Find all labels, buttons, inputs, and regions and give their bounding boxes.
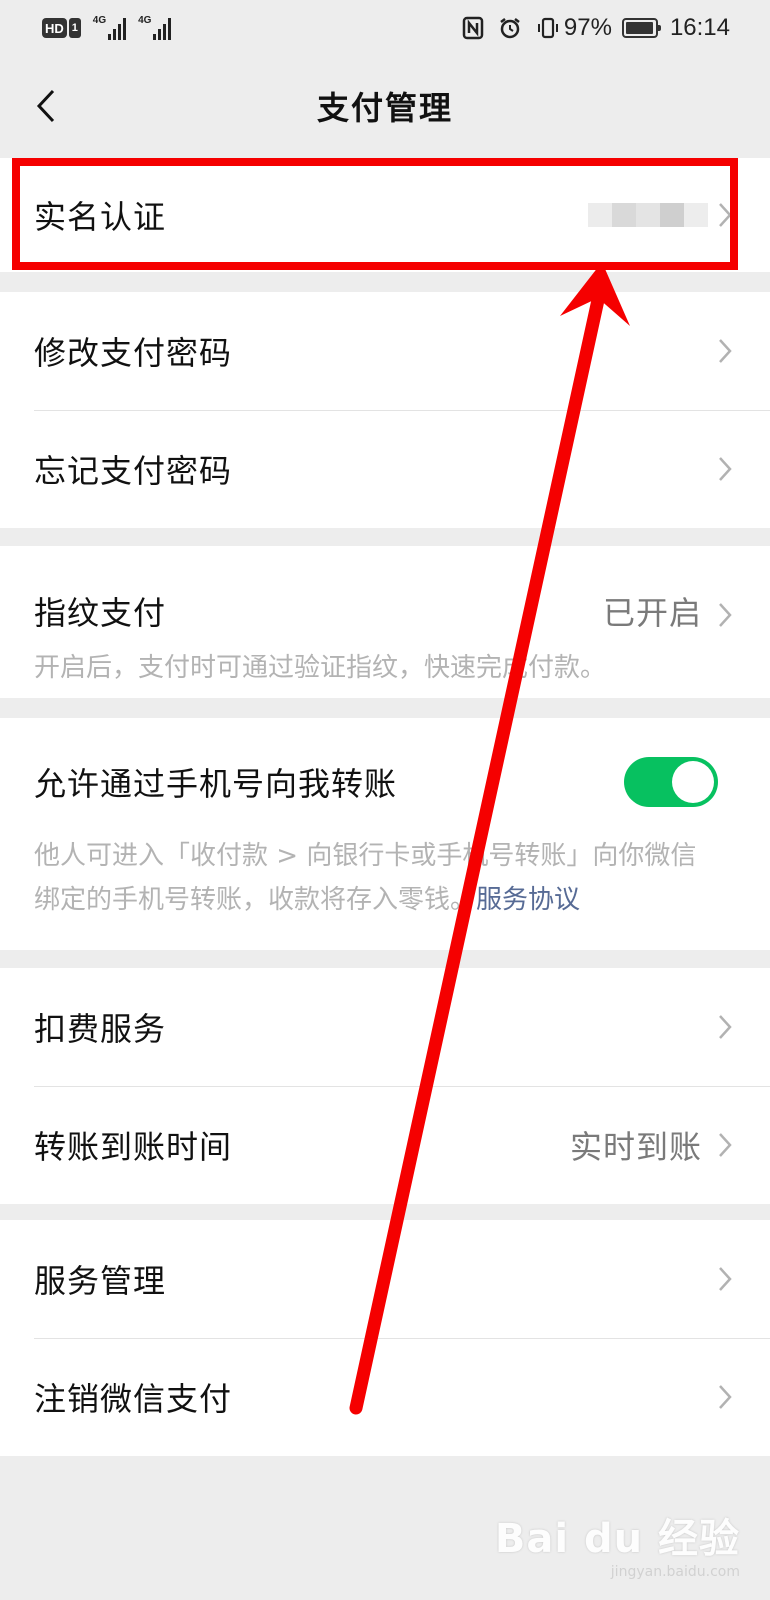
chevron-right-icon [716, 454, 734, 484]
watermark-url: jingyan.baidu.com [610, 1564, 740, 1580]
description-text: 他人可进入「收付款 > 向银行卡或手机号转账」向你微信绑定的手机号转账，收款将存… [34, 841, 697, 915]
row-value: 实时到账 [569, 1128, 702, 1166]
group-deduction: 扣费服务 转账到账时间 实时到账 [0, 968, 770, 1204]
blurred-value [588, 203, 708, 227]
row-phone-transfer: 允许通过手机号向我转账 [0, 718, 770, 834]
battery-percent: 97% [563, 14, 612, 41]
chevron-right-icon [716, 1012, 734, 1042]
battery-icon [621, 18, 661, 38]
signal-icon: 4G [138, 16, 173, 40]
hd-badge: HD [42, 18, 67, 38]
group-identity: 实名认证 [0, 158, 770, 272]
chevron-right-icon [716, 200, 734, 230]
sim-badge: 1 [68, 18, 81, 38]
row-deduction-service[interactable]: 扣费服务 [0, 968, 770, 1086]
chevron-right-icon [716, 600, 734, 630]
row-label: 转账到账时间 [34, 1128, 233, 1166]
group-password: 修改支付密码 忘记支付密码 [0, 292, 770, 528]
chevron-right-icon [716, 1382, 734, 1412]
phone-transfer-toggle[interactable] [624, 757, 718, 807]
service-agreement-link[interactable]: 服务协议 [476, 885, 580, 915]
row-label: 允许通过手机号向我转账 [34, 765, 398, 803]
status-bar: HD 1 4G 4G 97% 16:14 [0, 0, 770, 56]
chevron-left-icon [36, 89, 55, 123]
row-change-password[interactable]: 修改支付密码 [0, 292, 770, 410]
page-title: 支付管理 [316, 89, 453, 127]
network-type-label: 4G [138, 15, 152, 26]
nav-header: 支付管理 [0, 56, 770, 156]
chevron-right-icon [716, 336, 734, 366]
clock: 16:14 [669, 14, 730, 41]
row-label: 指纹支付 [34, 594, 167, 632]
row-real-name-verification[interactable]: 实名认证 [0, 158, 770, 272]
row-label: 注销微信支付 [34, 1380, 233, 1418]
watermark-logo: Bai du 经验 [494, 1516, 740, 1562]
row-service-management[interactable]: 服务管理 [0, 1220, 770, 1338]
group-phone-transfer: 允许通过手机号向我转账 他人可进入「收付款 > 向银行卡或手机号转账」向你微信绑… [0, 718, 770, 950]
signal-icon: 4G [93, 16, 128, 40]
chevron-right-icon [716, 1264, 734, 1294]
row-label: 修改支付密码 [34, 334, 233, 372]
group-service: 服务管理 注销微信支付 [0, 1220, 770, 1456]
network-type-label: 4G [92, 15, 107, 26]
back-button[interactable] [26, 86, 66, 126]
group-fingerprint: 指纹支付 已开启 开启后，支付时可通过验证指纹，快速完成付款。 [0, 546, 770, 698]
nfc-icon [462, 16, 484, 40]
status-left: HD 1 4G 4G [42, 16, 183, 40]
phone-transfer-description: 他人可进入「收付款 > 向银行卡或手机号转账」向你微信绑定的手机号转账，收款将存… [0, 834, 770, 922]
row-cancel-wechat-pay[interactable]: 注销微信支付 [0, 1338, 770, 1456]
row-value: 已开启 [602, 594, 702, 632]
row-forgot-password[interactable]: 忘记支付密码 [0, 410, 770, 528]
row-transfer-time[interactable]: 转账到账时间 实时到账 [0, 1086, 770, 1204]
row-label: 服务管理 [34, 1262, 167, 1300]
baidu-watermark: Bai du 经验 jingyan.baidu.com [495, 1506, 740, 1580]
row-label: 扣费服务 [34, 1010, 167, 1048]
status-right: 97% 16:14 [448, 14, 730, 42]
vibrate-icon [536, 16, 560, 40]
fingerprint-description: 开启后，支付时可通过验证指纹，快速完成付款。 [34, 653, 607, 683]
toggle-knob [672, 761, 714, 803]
row-fingerprint-pay[interactable]: 指纹支付 已开启 [0, 546, 770, 646]
alarm-icon [498, 16, 522, 40]
chevron-right-icon [716, 1130, 734, 1160]
row-label: 实名认证 [34, 198, 167, 236]
row-label: 忘记支付密码 [34, 452, 233, 490]
